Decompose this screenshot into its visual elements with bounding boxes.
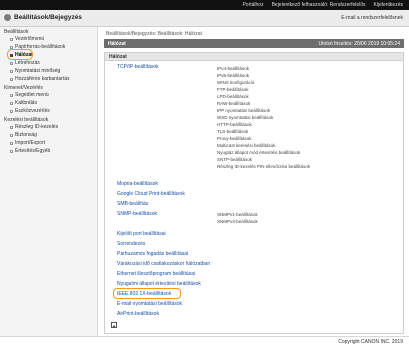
sidebar-item-label: Import/Export — [15, 140, 46, 146]
tcpip-sub-wins[interactable]: WINS konfiguráció — [217, 80, 254, 85]
header: Beállítások/Bejegyzés E-mail a rendszerf… — [0, 10, 409, 27]
settings-icon — [4, 14, 11, 21]
content-box: Hálózat TCP/IP-beállítások IPv4-beállítá… — [104, 52, 404, 334]
sidebar-item-create[interactable]: Létrehozás — [2, 59, 95, 67]
bullet-icon — [10, 69, 13, 73]
sidebar-item-label: Nyomtatási minőség — [15, 68, 61, 74]
tcpip-sub-ftp[interactable]: FTP-beállítások — [217, 87, 249, 92]
page-title: Hálózat — [108, 40, 126, 47]
main-panel: Beállítások/Bejegyzés: Beállítások: Háló… — [100, 27, 407, 336]
bullet-icon — [10, 93, 13, 97]
sidebar-item-help-menu[interactable]: Segédlet menü — [2, 91, 95, 99]
bullet-icon — [10, 133, 13, 137]
ethernet-driver-link[interactable]: Ethernet illesztőprogram beállításai — [117, 271, 195, 277]
sleep-notify-link[interactable]: Nyugalmi állapot értesítési beállítások — [117, 281, 201, 287]
sidebar-item-label: Vezérlőmenü — [15, 36, 45, 42]
logout-link[interactable]: Kijelentkezés — [374, 2, 403, 8]
bullet-icon — [10, 37, 13, 41]
google-cloud-settings-link[interactable]: Google Cloud Print-beállítások — [117, 191, 185, 197]
footer-divider — [0, 336, 409, 337]
tcpip-sub-proxy[interactable]: Proxy-beállítások — [217, 136, 252, 141]
sidebar-item-label: Létrehozás — [15, 60, 40, 66]
tcpip-sub-ipv4[interactable]: IPv4-beállítások — [217, 66, 249, 71]
bullet-icon — [10, 141, 13, 145]
snmp-settings-link[interactable]: SNMP-beállítások — [117, 211, 157, 217]
sidebar-item-network[interactable]: Hálózat — [2, 49, 95, 60]
tcpip-sub-sleep-notify[interactable]: Nyugtáz állapot mód értesítési beállítás… — [217, 150, 300, 155]
spooling-link[interactable]: Sorrendezés — [117, 241, 145, 247]
last-update: Utolsó frissítés: 20/06 2019 10:05:24 — [318, 40, 400, 47]
tcpip-sub-tls[interactable]: TLS-beállítások — [217, 129, 248, 134]
snmp-sub-v1[interactable]: SNMPv1-beállítások — [217, 212, 258, 217]
mopria-settings-link[interactable]: Mopria-beállítások — [117, 181, 158, 187]
sidebar: Beállítások Vezérlőmenü Papírforrás-beál… — [0, 27, 98, 336]
tcpip-sub-ipp[interactable]: IPP nyomtatási beállítások — [217, 108, 270, 113]
back-to-top-icon[interactable]: ▲ — [111, 322, 117, 328]
dedicated-port-link[interactable]: Kijelölt port beállításai — [117, 231, 166, 237]
sidebar-item-security[interactable]: Biztonság — [2, 131, 95, 139]
mail-admin-link[interactable]: E-mail a rendszerfelelősnek — [341, 15, 403, 21]
sidebar-item-label: Biztonság — [15, 132, 37, 138]
sidebar-item-label: Eszközvezérlés — [15, 108, 50, 114]
page-title-bar: Hálózat Utolsó frissítés: 20/06 2019 10:… — [104, 39, 404, 48]
sidebar-item-label: Hozzáférés karbantartás — [15, 76, 70, 82]
tcpip-sub-raw[interactable]: RAW-beállítások — [217, 101, 250, 106]
airprint-link[interactable]: AirPrint-beállítások — [117, 311, 159, 317]
sidebar-item-notification[interactable]: Értesítés/Egyéb — [2, 147, 95, 155]
sidebar-item-label: Részleg ID-kezelés — [15, 124, 59, 130]
portal-link[interactable]: Portálhoz — [242, 2, 263, 8]
bullet-icon — [10, 149, 13, 153]
top-bar: Portálhoz Bejelentkező felhasználó: Rend… — [0, 0, 409, 10]
highlight-ring — [113, 288, 181, 299]
app-title: Beállítások/Bejegyzés — [4, 14, 82, 21]
tcpip-sub-dept-pin[interactable]: Részleg ID-kezelés PIN ellenőrzési beáll… — [217, 164, 310, 169]
smb-settings-link[interactable]: SMB-beállítás — [117, 201, 148, 207]
tcpip-sub-multicast[interactable]: Multicast keresési beállítások — [217, 143, 276, 148]
bullet-icon — [10, 61, 13, 65]
email-print-link[interactable]: E-mail nyomtatási beállítások — [117, 301, 182, 307]
tcpip-sub-sntp[interactable]: SNTP-beállítások — [217, 157, 252, 162]
sidebar-item-device-control[interactable]: Eszközvezérlés — [2, 107, 95, 115]
tcpip-sub-ipv6[interactable]: IPv6-beállítások — [217, 73, 249, 78]
logged-user-text: Bejelentkező felhasználó: Rendszerfelelő… — [271, 2, 366, 8]
sidebar-item-print-quality[interactable]: Nyomtatási minőség — [2, 67, 95, 75]
section-title: Hálózat — [105, 53, 403, 61]
bullet-icon — [10, 77, 13, 81]
sidebar-item-access-maintenance[interactable]: Hozzáférés karbantartás — [2, 75, 95, 83]
sidebar-item-label: Segédlet menü — [15, 92, 49, 98]
copyright: Copyright CANON INC. 2019 — [338, 339, 403, 345]
breadcrumb: Beállítások/Bejegyzés: Beállítások: Háló… — [106, 31, 202, 37]
sidebar-item-label: Kalibrálás — [15, 100, 37, 106]
tcpip-settings-link[interactable]: TCP/IP-beállítások — [117, 64, 159, 70]
app-title-text: Beállítások/Bejegyzés — [14, 14, 82, 21]
sidebar-item-import-export[interactable]: Import/Export — [2, 139, 95, 147]
tcpip-sub-http[interactable]: HTTP-beállítások — [217, 122, 252, 127]
tcpip-sub-wsd[interactable]: WSD nyomtatási beállítások — [217, 115, 273, 120]
bullet-icon — [10, 101, 13, 105]
tcpip-sub-lpd[interactable]: LPD-beállítások — [217, 94, 249, 99]
wait-time-link[interactable]: Várakozási idő csatlakozáskor hálózatban — [117, 261, 210, 267]
sidebar-item-control-menu[interactable]: Vezérlőmenü — [2, 35, 95, 43]
sidebar-item-label: Értesítés/Egyéb — [15, 148, 51, 154]
bullet-icon — [10, 109, 13, 113]
snmp-sub-v3[interactable]: SNMPv3-beállítások — [217, 219, 258, 224]
bullet-icon — [10, 125, 13, 129]
parallel-receive-link[interactable]: Párhuzamos fogadás beállításai — [117, 251, 188, 257]
sidebar-item-calibration[interactable]: Kalibrálás — [2, 99, 95, 107]
sidebar-item-dept-id[interactable]: Részleg ID-kezelés — [2, 123, 95, 131]
